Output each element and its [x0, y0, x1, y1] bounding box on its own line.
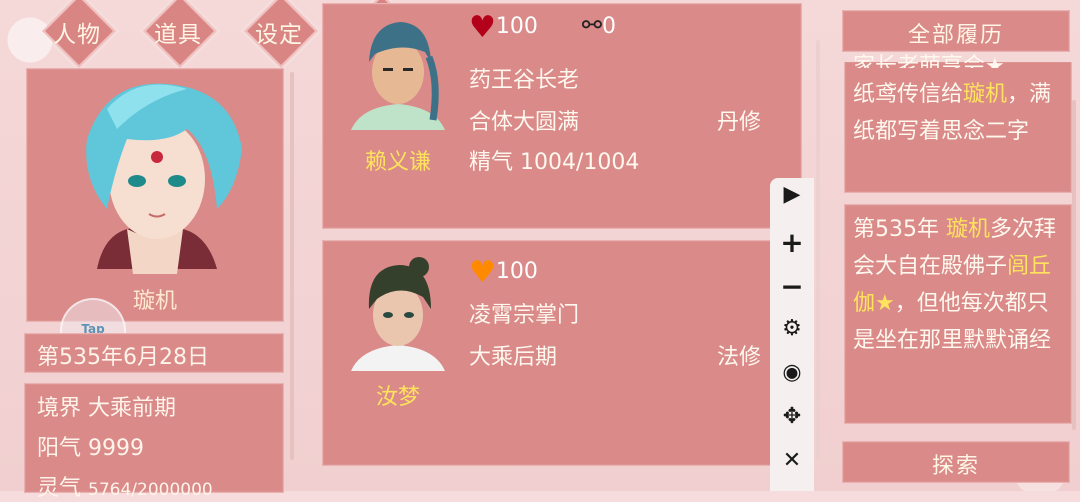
history-title: 全部履历	[842, 10, 1070, 52]
character-essence: 精气 1004/1004	[469, 150, 640, 175]
character-realm: 合体大圆满	[469, 110, 580, 135]
character-realm: 大乘后期	[469, 345, 558, 370]
close-icon[interactable]: ✕	[770, 448, 814, 488]
gear-icon[interactable]: ⚙	[770, 316, 814, 356]
player-stats: 境界 大乘前期 阳气 9999 灵气 5764/2000000	[24, 383, 284, 501]
player-name: 璇机	[132, 289, 177, 314]
tab-items[interactable]: 道具	[143, 0, 217, 77]
character-avatar	[351, 22, 445, 130]
character-stats-row: ♥100 ⚯0	[469, 10, 617, 45]
character-title: 凌霄宗掌门	[469, 303, 580, 328]
explore-button[interactable]: 探索	[842, 441, 1070, 483]
realm-row: 境界 大乘前期	[37, 396, 177, 421]
floating-toolbar: ▶ + − ⚙ ◉ ✥ ✕	[770, 178, 814, 491]
tab-settings[interactable]: 设定	[244, 0, 318, 77]
character-stats-row: ♥100	[469, 255, 538, 290]
play-icon[interactable]: ▶	[770, 182, 814, 222]
heart-icon: ♥	[469, 255, 496, 290]
history-entry: 家长老萌亨会★ 纸鸢传信给璇机，满纸都写着思念二字	[844, 54, 1072, 193]
left-scrollbar[interactable]	[290, 72, 294, 460]
handcuffs-icon: ⚯	[581, 11, 603, 39]
ling-row: 灵气 5764/2000000	[37, 476, 213, 501]
date-display: 第535年6月28日	[24, 333, 284, 373]
character-avatar	[351, 257, 445, 371]
character-card[interactable]: 赖义谦 ♥100 ⚯0 药王谷长老 合体大圆满 丹修 精气 1004/1004	[322, 3, 802, 229]
heart-icon: ♥	[469, 10, 496, 45]
middle-scrollbar[interactable]	[816, 40, 820, 460]
tab-characters[interactable]: 人物	[42, 0, 116, 77]
plus-icon[interactable]: +	[770, 226, 814, 266]
minus-icon[interactable]: −	[770, 270, 814, 310]
player-portrait	[86, 83, 242, 274]
character-name: 汝梦	[375, 385, 420, 410]
player-portrait-card[interactable]: 璇机	[26, 68, 284, 322]
move-icon[interactable]: ✥	[770, 404, 814, 444]
right-scrollbar[interactable]	[1072, 100, 1076, 430]
eye-icon[interactable]: ◉	[770, 360, 814, 400]
character-name: 赖义谦	[364, 150, 431, 175]
yang-row: 阳气 9999	[37, 436, 145, 461]
character-title: 药王谷长老	[469, 68, 580, 93]
character-role: 丹修	[716, 110, 761, 135]
character-role: 法修	[716, 345, 761, 370]
history-partial-line: 家长老萌亨会★	[853, 54, 1005, 68]
history-entry: 第535年 璇机多次拜会大自在殿佛子闾丘伽★，但他每次都只是坐在那里默默诵经	[844, 204, 1072, 424]
character-card[interactable]: 汝梦 ♥100 凌霄宗掌门 大乘后期 法修	[322, 240, 802, 466]
